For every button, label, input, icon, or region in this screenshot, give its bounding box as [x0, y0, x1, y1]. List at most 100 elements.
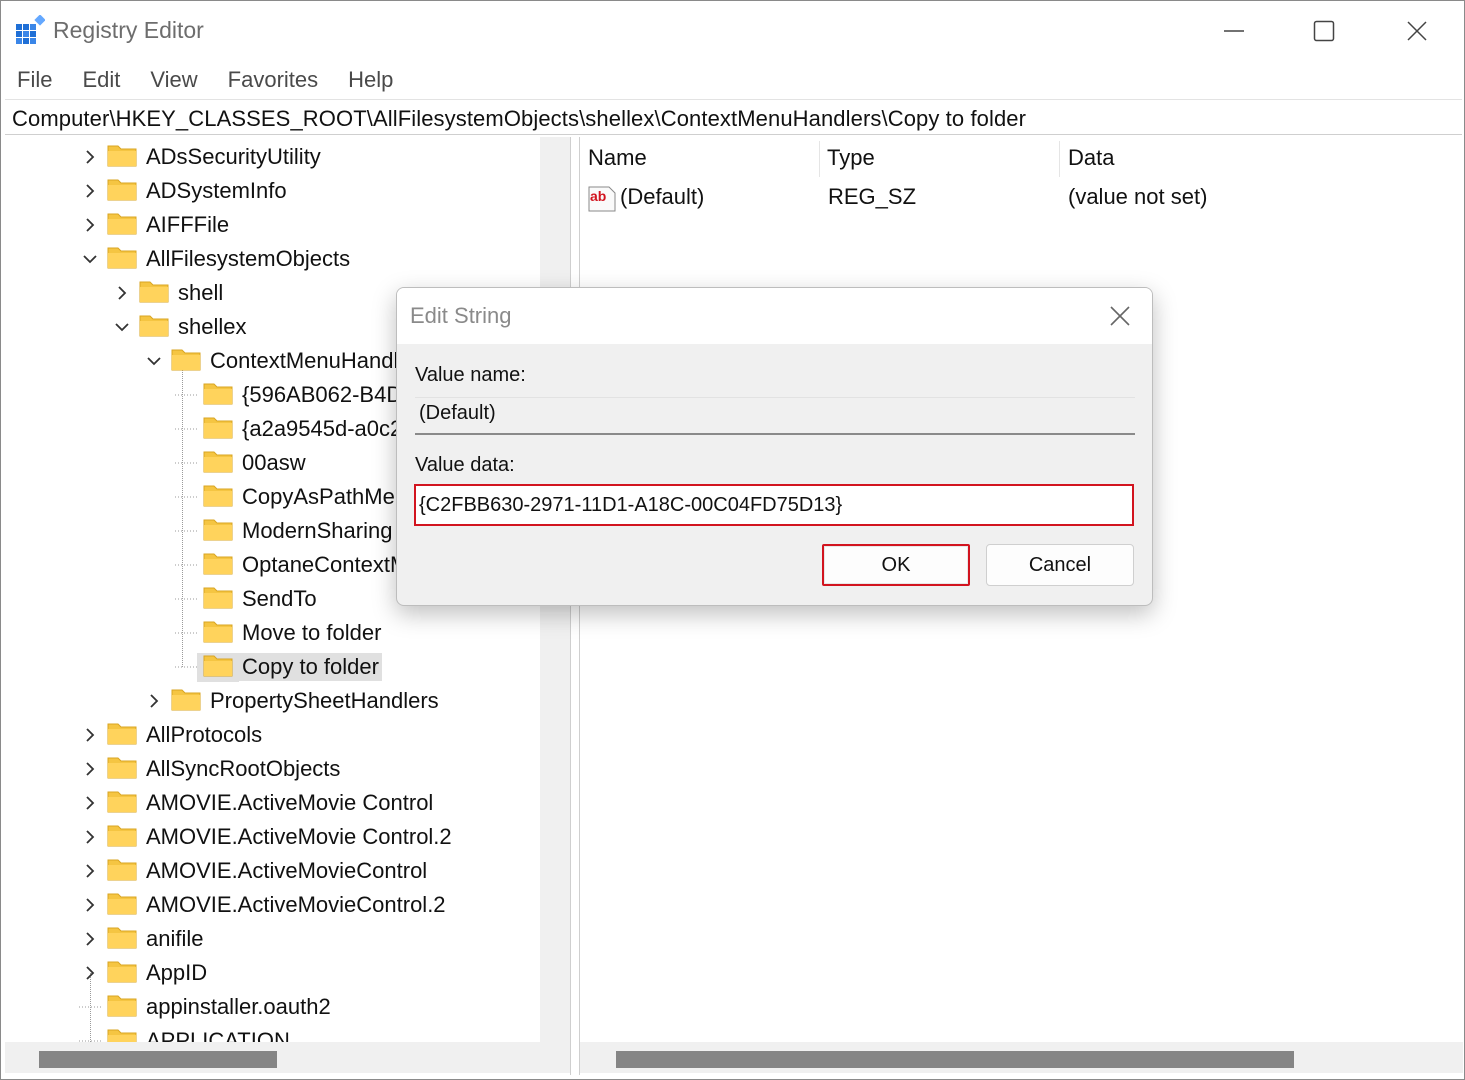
- cancel-button[interactable]: Cancel: [986, 544, 1134, 586]
- key-tree-pane[interactable]: ADsSecurityUtility ADSystemInfo AIFFFile Al…: [5, 137, 571, 1075]
- chevron-down-icon[interactable]: [111, 316, 133, 338]
- tree-item[interactable]: ADsSecurityUtility: [79, 140, 324, 174]
- tree-guide-line: [79, 996, 101, 1018]
- ok-button[interactable]: OK: [822, 544, 970, 586]
- tree-item[interactable]: AllProtocols: [79, 718, 265, 752]
- tree-item-label: anifile: [146, 926, 204, 951]
- column-divider[interactable]: [1059, 141, 1060, 177]
- tree-item[interactable]: AIFFFile: [79, 208, 232, 242]
- address-path[interactable]: Computer\HKEY_CLASSES_ROOT\AllFilesystem…: [12, 106, 1026, 132]
- column-header-data[interactable]: Data: [1068, 145, 1114, 179]
- chevron-right-icon[interactable]: [79, 758, 101, 780]
- tree-guide-line: [175, 656, 197, 678]
- tree-item[interactable]: AMOVIE.ActiveMovie Control: [79, 786, 436, 820]
- tree-item[interactable]: ADSystemInfo: [79, 174, 290, 208]
- tree-item-label: AMOVIE.ActiveMovie Control.2: [146, 824, 452, 849]
- chevron-down-icon[interactable]: [79, 248, 101, 270]
- menu-file[interactable]: File: [1, 61, 66, 99]
- chevron-right-icon[interactable]: [79, 962, 101, 984]
- tree-guide-line: [175, 554, 197, 576]
- tree-item-label: PropertySheetHandlers: [210, 688, 439, 713]
- menu-edit[interactable]: Edit: [66, 61, 134, 99]
- tree-item[interactable]: PropertySheetHandlers: [143, 684, 442, 718]
- tree-item[interactable]: AppID: [79, 956, 210, 990]
- tree-item[interactable]: AMOVIE.ActiveMovie Control.2: [79, 820, 455, 854]
- title-bar: Registry Editor: [1, 1, 1464, 61]
- address-bar[interactable]: Computer\HKEY_CLASSES_ROOT\AllFilesystem…: [5, 99, 1462, 135]
- chevron-right-icon[interactable]: [79, 214, 101, 236]
- tree-item[interactable]: AllSyncRootObjects: [79, 752, 343, 786]
- value-row[interactable]: ab (Default) REG_SZ (value not set): [586, 181, 1446, 215]
- chevron-right-icon[interactable]: [79, 894, 101, 916]
- chevron-right-icon[interactable]: [79, 146, 101, 168]
- svg-text:ab: ab: [590, 188, 606, 204]
- folder-icon: [101, 925, 143, 954]
- value-data-input[interactable]: [414, 484, 1134, 526]
- close-button[interactable]: [1387, 9, 1447, 53]
- tree-item[interactable]: appinstaller.oauth2: [79, 990, 334, 1024]
- folder-icon: [197, 551, 239, 580]
- minimize-button[interactable]: [1204, 9, 1264, 53]
- tree-item[interactable]: SendTo: [175, 582, 320, 616]
- tree-item-label: ADSystemInfo: [146, 178, 287, 203]
- chevron-right-icon[interactable]: [143, 690, 165, 712]
- chevron-right-icon[interactable]: [79, 792, 101, 814]
- tree-item[interactable]: ModernSharing: [175, 514, 395, 548]
- tree-item-label: Copy to folder: [239, 653, 382, 681]
- chevron-right-icon[interactable]: [79, 180, 101, 202]
- close-icon: [1407, 21, 1427, 41]
- chevron-right-icon[interactable]: [111, 282, 133, 304]
- chevron-right-icon[interactable]: [79, 928, 101, 950]
- edit-string-dialog: Edit String Value name: (Default) Value …: [396, 287, 1153, 606]
- tree-item[interactable]: AMOVIE.ActiveMovieControl: [79, 854, 430, 888]
- folder-icon: [101, 721, 143, 750]
- value-name-field: (Default): [415, 397, 1135, 435]
- tree-item-label: AMOVIE.ActiveMovieControl.2: [146, 892, 446, 917]
- tree-guide-line: [175, 384, 197, 406]
- menu-favorites[interactable]: Favorites: [212, 61, 332, 99]
- tree-item[interactable]: CopyAsPathMenu: [175, 480, 422, 514]
- folder-icon: [197, 585, 239, 614]
- folder-icon: [165, 347, 207, 376]
- tree-item[interactable]: shell: [111, 276, 226, 310]
- chevron-right-icon[interactable]: [79, 860, 101, 882]
- tree-item[interactable]: anifile: [79, 922, 206, 956]
- window-title: Registry Editor: [53, 17, 204, 43]
- tree-item-label: AppID: [146, 960, 208, 985]
- folder-icon: [197, 619, 239, 648]
- folder-icon: [197, 415, 239, 444]
- tree-item[interactable]: Copy to folder: [175, 650, 382, 684]
- dialog-close-button[interactable]: [1106, 302, 1134, 330]
- tree-horizontal-scrollbar[interactable]: [5, 1042, 570, 1073]
- tree-item[interactable]: ContextMenuHandlers: [143, 344, 432, 378]
- chevron-right-icon[interactable]: [79, 724, 101, 746]
- tree-item-label: appinstaller.oauth2: [146, 994, 331, 1019]
- tree-item[interactable]: Move to folder: [175, 616, 384, 650]
- list-scroll-thumb[interactable]: [616, 1051, 1294, 1068]
- tree-item[interactable]: AMOVIE.ActiveMovieControl.2: [79, 888, 449, 922]
- tree-scroll-thumb[interactable]: [39, 1051, 277, 1068]
- tree-item-label: AllProtocols: [146, 722, 263, 747]
- tree-item[interactable]: AllFilesystemObjects: [79, 242, 353, 276]
- list-horizontal-scrollbar[interactable]: [580, 1042, 1463, 1073]
- menu-bar: File Edit View Favorites Help: [1, 61, 1464, 99]
- column-divider[interactable]: [819, 141, 820, 177]
- value-name-label: Value name:: [415, 364, 526, 386]
- chevron-right-icon[interactable]: [79, 826, 101, 848]
- tree-item[interactable]: shellex: [111, 310, 249, 344]
- values-list-pane[interactable]: Name Type Data ab (Default) REG_SZ (valu…: [579, 137, 1463, 1075]
- tree-item-label: SendTo: [242, 586, 317, 611]
- menu-help[interactable]: Help: [332, 61, 407, 99]
- tree-item[interactable]: 00asw: [175, 446, 309, 480]
- value-type: REG_SZ: [828, 184, 917, 209]
- menu-view[interactable]: View: [134, 61, 211, 99]
- chevron-down-icon[interactable]: [143, 350, 165, 372]
- folder-icon: [101, 211, 143, 240]
- column-header-type[interactable]: Type: [827, 145, 875, 179]
- maximize-button[interactable]: [1294, 9, 1354, 53]
- folder-icon: [197, 381, 239, 410]
- column-header-name[interactable]: Name: [588, 145, 647, 179]
- folder-icon: [101, 959, 143, 988]
- folder-icon: [101, 177, 143, 206]
- folder-icon: [101, 993, 143, 1022]
